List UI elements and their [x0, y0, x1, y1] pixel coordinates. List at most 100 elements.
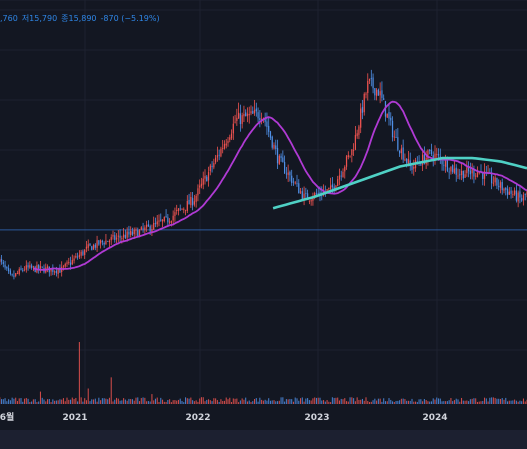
volume-bar: [107, 399, 109, 404]
volume-bar: [374, 398, 376, 404]
volume-bar: [255, 398, 257, 404]
volume-bar: [407, 400, 409, 404]
candle-body: [476, 172, 479, 178]
volume-bar: [31, 401, 33, 404]
candle-body: [452, 165, 454, 173]
volume-bar: [177, 399, 179, 404]
volume-bar: [468, 401, 470, 404]
volume-bar: [80, 397, 82, 404]
candle-body: [248, 113, 250, 116]
candle-body: [271, 136, 273, 148]
volume-bar: [330, 402, 332, 404]
candle-body: [273, 144, 275, 149]
candle-body: [287, 172, 289, 175]
candle-body: [390, 117, 392, 121]
volume-bar: [165, 401, 167, 404]
volume-bar: [349, 397, 351, 404]
candle-body: [191, 197, 194, 206]
volume-bar: [466, 400, 468, 404]
volume-bar: [326, 400, 328, 404]
volume-bar: [445, 401, 447, 404]
candle-body: [234, 121, 236, 123]
volume-bar: [39, 391, 41, 404]
chart-canvas[interactable]: 6월 2021 2022 2023 2024: [0, 0, 527, 449]
volume-bar: [420, 399, 422, 404]
volume-bar: [146, 401, 148, 404]
candle-body: [23, 269, 26, 271]
volume-bar: [436, 397, 438, 404]
volume-bar: [471, 398, 473, 404]
volume-bar: [482, 400, 484, 404]
volume-bar: [429, 401, 431, 404]
candle-body: [197, 188, 199, 196]
candle-body: [395, 137, 397, 138]
candle-body: [345, 156, 348, 167]
volume-bar: [250, 402, 252, 404]
volume-bar: [124, 399, 126, 404]
candle-body: [404, 159, 406, 161]
volume-bar: [9, 400, 11, 404]
candle-body: [411, 165, 413, 171]
volume-bar: [324, 401, 326, 404]
volume-bar: [149, 401, 151, 404]
volume-bar: [475, 398, 477, 404]
volume-bar: [473, 398, 475, 404]
candle-body: [98, 240, 100, 245]
candle-body: [186, 200, 188, 212]
ma-short-line: [33, 100, 527, 271]
candle-body: [446, 160, 449, 171]
candle-body: [377, 89, 380, 96]
candle-body: [338, 175, 341, 180]
volume-bar: [216, 400, 218, 404]
volume-bar: [310, 400, 312, 404]
volume-bar: [245, 397, 247, 404]
candle-body: [174, 212, 176, 217]
volume-bar: [139, 401, 141, 404]
candle-body: [386, 113, 388, 118]
volume-bar: [415, 401, 417, 404]
volume-bar: [78, 342, 80, 404]
volume-bar: [422, 401, 424, 404]
volume-bar: [70, 399, 72, 404]
candle-body: [448, 171, 450, 173]
candle-body: [144, 227, 146, 231]
candle-body: [413, 166, 415, 169]
candle-body: [211, 165, 213, 168]
volume-bar: [496, 398, 498, 404]
volume-bar: [144, 397, 146, 404]
candle-body: [80, 251, 82, 256]
candle-body: [172, 215, 174, 221]
volume-bar: [75, 397, 77, 404]
candle-body: [7, 268, 10, 272]
candle-body: [147, 224, 150, 227]
candle-body: [59, 269, 61, 273]
volume-bar: [478, 401, 480, 404]
candle-body: [115, 237, 118, 240]
volume-bar: [2, 399, 4, 404]
candle-body: [310, 200, 312, 202]
stock-chart[interactable]: 6월 2021 2022 2023 2024 ,760 저15,790 종15,890 …: [0, 0, 527, 449]
volume-bar: [135, 397, 137, 404]
volume-bar: [285, 399, 287, 404]
candle-body: [337, 179, 339, 187]
volume-bar: [319, 397, 321, 404]
candle-body: [496, 177, 498, 186]
volume-bar: [514, 399, 516, 404]
volume-bar: [103, 398, 105, 404]
volume-bar: [222, 400, 224, 404]
volume-bar: [395, 400, 397, 404]
candle-body: [39, 266, 42, 269]
volume-bar: [273, 400, 275, 404]
volume-bar: [176, 400, 178, 404]
volume-bar: [354, 401, 356, 404]
candle-body: [397, 137, 399, 150]
candle-body: [213, 163, 215, 168]
candle-body: [402, 147, 404, 160]
candle-body: [282, 157, 284, 163]
candle-body: [372, 77, 374, 89]
volume-bar: [160, 397, 162, 404]
volume-bar: [195, 400, 197, 404]
volume-bar: [73, 398, 75, 404]
candle-body: [501, 182, 503, 191]
volume-bar: [43, 399, 45, 404]
